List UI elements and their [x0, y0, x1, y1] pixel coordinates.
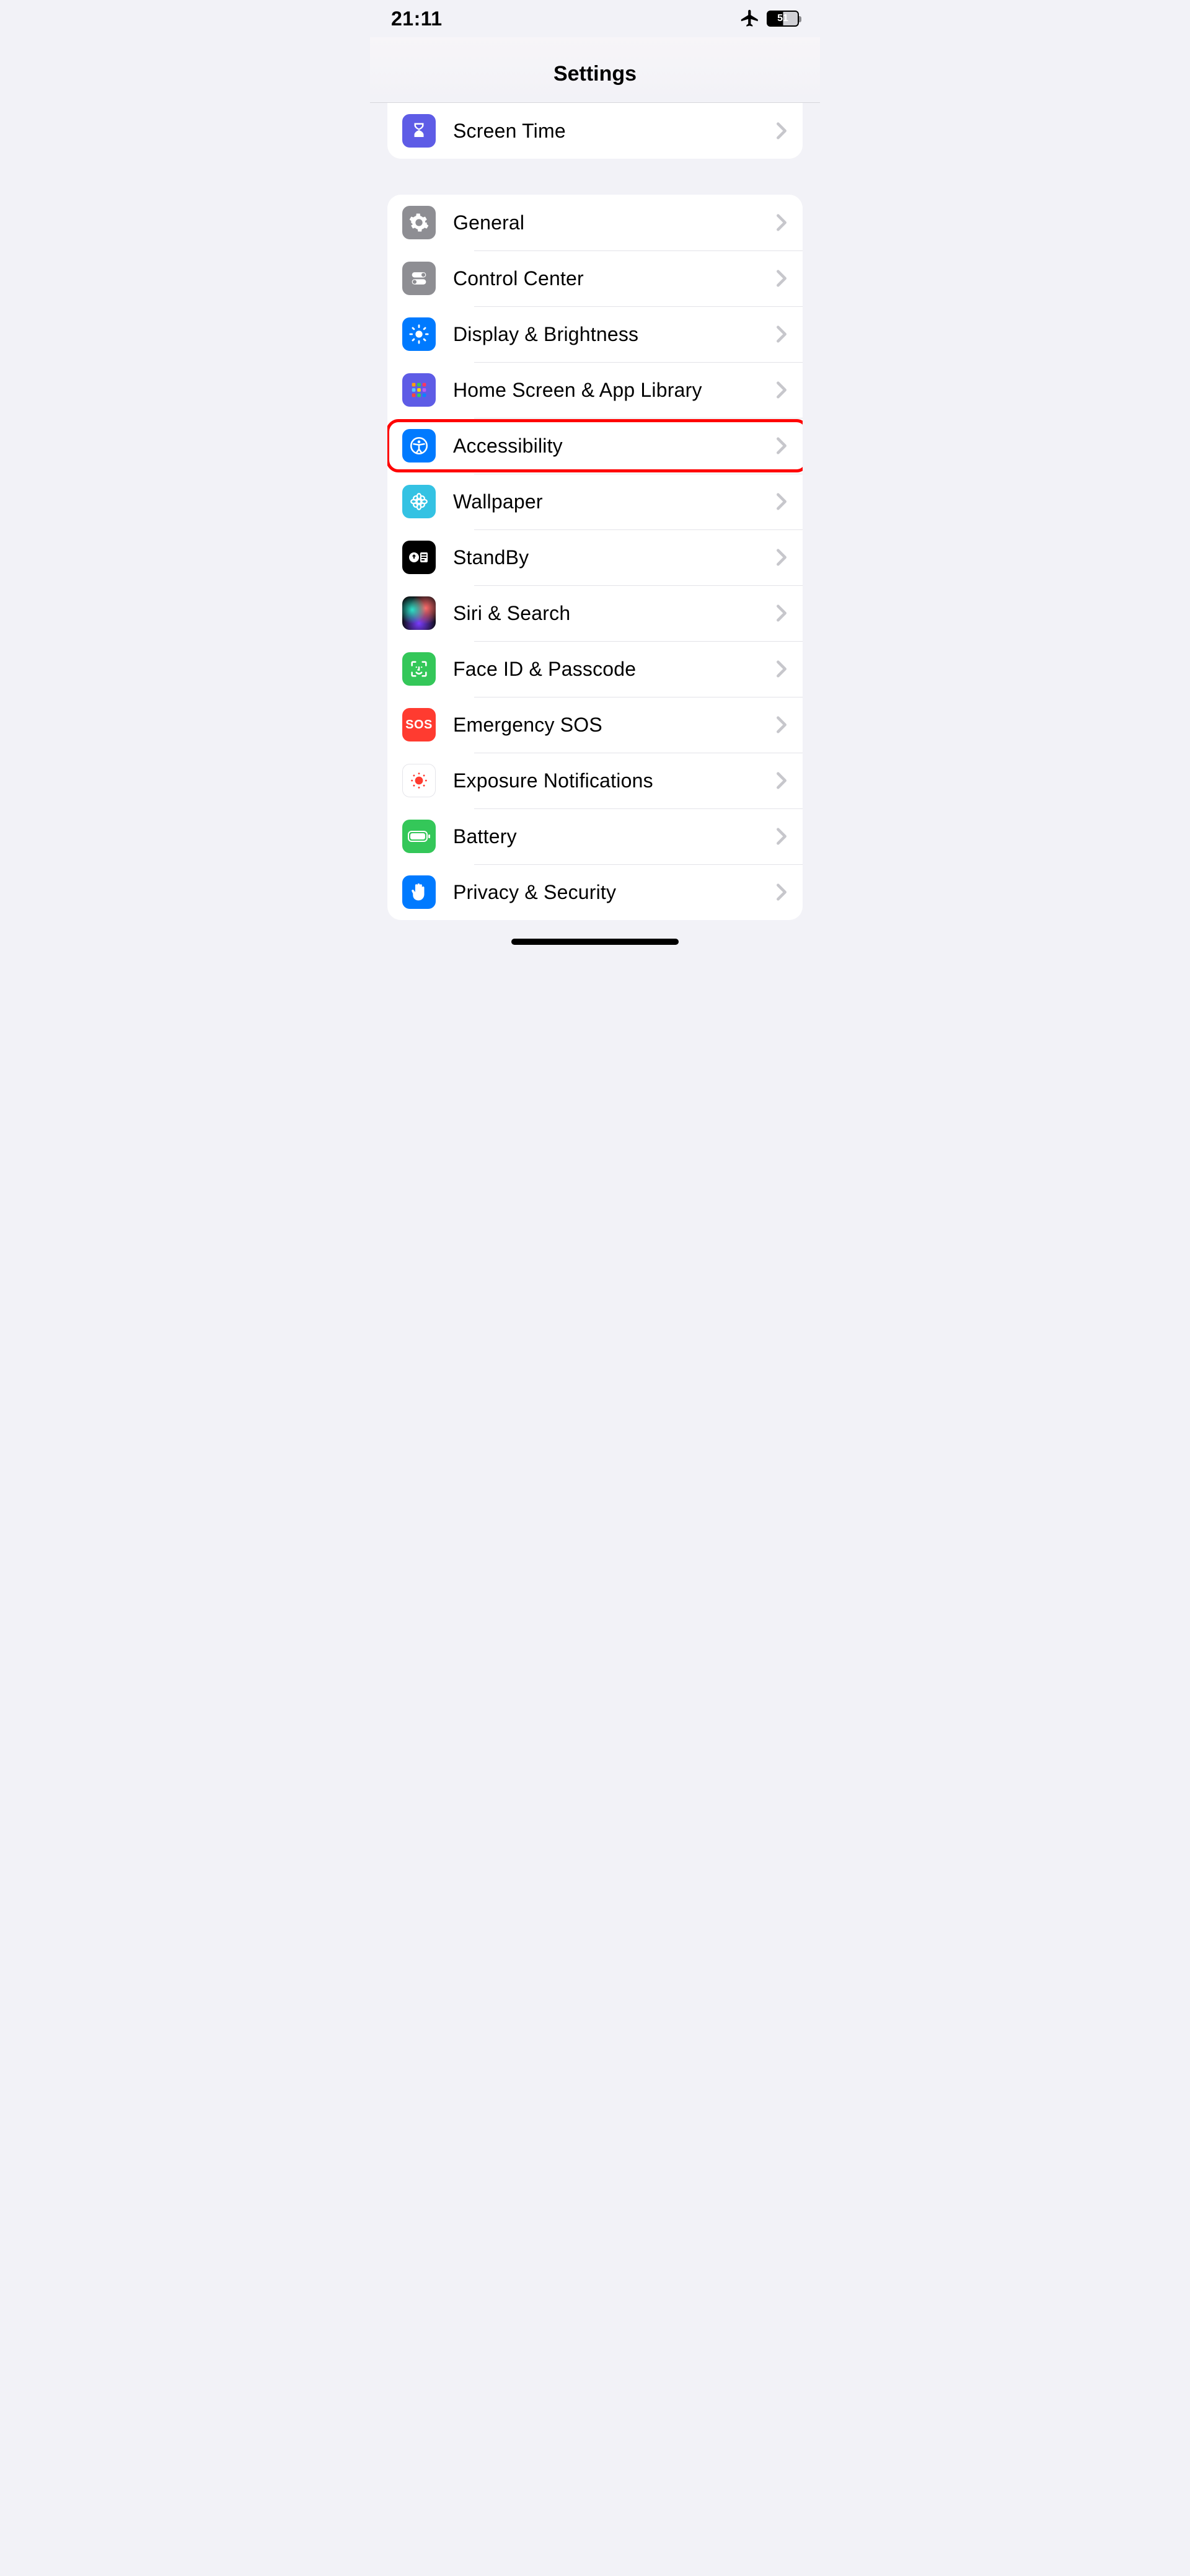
nav-header: Settings [370, 37, 820, 103]
chevron-right-icon [775, 122, 788, 140]
switches-icon [402, 262, 436, 295]
row-label: Control Center [453, 267, 775, 290]
row-faceid-passcode[interactable]: Face ID & Passcode [387, 641, 803, 697]
airplane-mode-icon [739, 8, 760, 29]
chevron-right-icon [775, 381, 788, 399]
faceid-icon [402, 652, 436, 686]
row-label: Privacy & Security [453, 881, 775, 904]
row-emergency-sos[interactable]: SOS Emergency SOS [387, 697, 803, 753]
chevron-right-icon [775, 883, 788, 901]
status-time: 21:11 [391, 7, 443, 30]
hourglass-icon [402, 114, 436, 148]
row-screen-time[interactable]: Screen Time [387, 103, 803, 159]
flower-icon [402, 485, 436, 518]
page-title: Settings [370, 62, 820, 86]
chevron-right-icon [775, 213, 788, 232]
standby-icon [402, 541, 436, 574]
chevron-right-icon [775, 604, 788, 622]
chevron-right-icon [775, 492, 788, 511]
accessibility-icon [402, 429, 436, 463]
chevron-right-icon [775, 715, 788, 734]
exposure-icon [402, 764, 436, 797]
row-exposure-notifications[interactable]: Exposure Notifications [387, 753, 803, 808]
chevron-right-icon [775, 827, 788, 846]
status-indicators: 51 [739, 8, 799, 29]
chevron-right-icon [775, 325, 788, 343]
status-bar: 21:11 51 [370, 0, 820, 37]
sos-icon: SOS [402, 708, 436, 741]
chevron-right-icon [775, 660, 788, 678]
row-label: Emergency SOS [453, 714, 775, 737]
settings-scroll[interactable]: Screen Time General Control Center [370, 103, 820, 989]
siri-icon [402, 596, 436, 630]
sun-icon [402, 317, 436, 351]
row-label: Siri & Search [453, 602, 775, 625]
settings-group-top: Screen Time [387, 103, 803, 159]
row-label: StandBy [453, 546, 775, 569]
row-label: Home Screen & App Library [453, 379, 775, 402]
row-label: Wallpaper [453, 490, 775, 513]
settings-group-main: General Control Center Display & Brightn… [387, 195, 803, 920]
chevron-right-icon [775, 269, 788, 288]
row-label: Exposure Notifications [453, 769, 775, 792]
app-grid-icon [402, 373, 436, 407]
battery-icon [402, 820, 436, 853]
chevron-right-icon [775, 771, 788, 790]
row-accessibility[interactable]: Accessibility [387, 418, 803, 474]
row-label: Screen Time [453, 120, 775, 143]
row-battery[interactable]: Battery [387, 808, 803, 864]
gear-icon [402, 206, 436, 239]
row-label: Accessibility [453, 435, 775, 458]
row-home-screen[interactable]: Home Screen & App Library [387, 362, 803, 418]
row-control-center[interactable]: Control Center [387, 250, 803, 306]
battery-percent: 51 [777, 13, 788, 24]
row-privacy-security[interactable]: Privacy & Security [387, 864, 803, 920]
row-display-brightness[interactable]: Display & Brightness [387, 306, 803, 362]
row-label: Face ID & Passcode [453, 658, 775, 681]
chevron-right-icon [775, 436, 788, 455]
row-general[interactable]: General [387, 195, 803, 250]
row-standby[interactable]: StandBy [387, 529, 803, 585]
hand-icon [402, 875, 436, 909]
row-label: General [453, 211, 775, 234]
chevron-right-icon [775, 548, 788, 567]
row-label: Display & Brightness [453, 323, 775, 346]
row-label: Battery [453, 825, 775, 848]
battery-indicator: 51 [767, 11, 799, 27]
row-wallpaper[interactable]: Wallpaper [387, 474, 803, 529]
row-siri-search[interactable]: Siri & Search [387, 585, 803, 641]
home-indicator[interactable] [511, 939, 679, 945]
